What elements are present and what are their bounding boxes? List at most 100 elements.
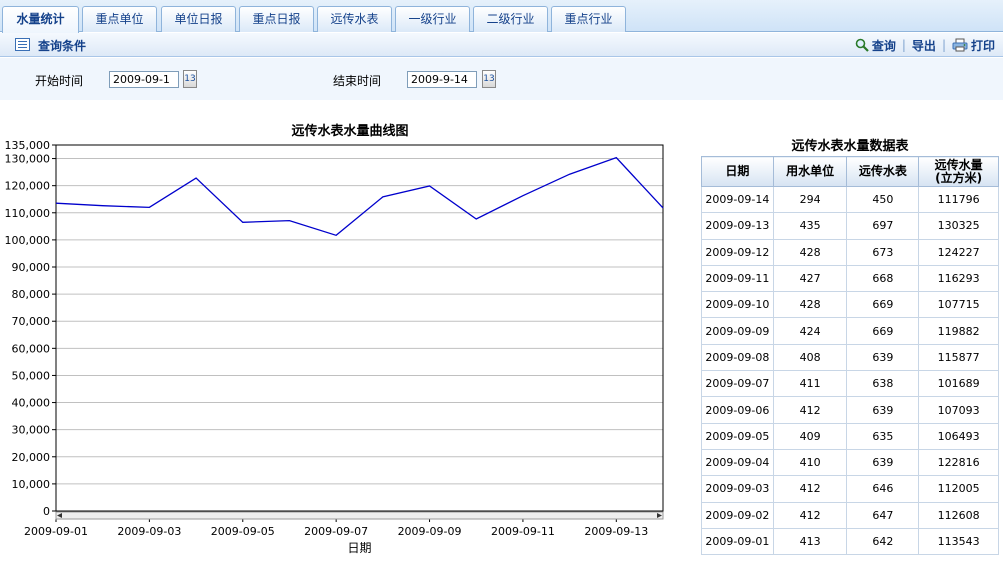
- table-row: 2009-09-10 428 669 107715: [701, 291, 999, 319]
- table-row: 2009-09-03 412 646 112005: [701, 475, 999, 503]
- cell-volume: 112005: [918, 475, 999, 503]
- search-button[interactable]: 查询: [855, 37, 896, 54]
- table-row: 2009-09-13 435 697 130325: [701, 212, 999, 240]
- header-volume: 远传水量 (立方米): [918, 156, 999, 187]
- table-row: 2009-09-08 408 639 115877: [701, 343, 999, 372]
- tab-key-industry[interactable]: 重点行业: [551, 6, 626, 32]
- cell-date: 2009-09-04: [701, 448, 774, 477]
- cell-date: 2009-09-08: [701, 343, 774, 372]
- table-row: 2009-09-01 413 642 113543: [701, 527, 999, 556]
- scrollbar-track[interactable]: [55, 511, 664, 520]
- table-header-row: 日期 用水单位 远传水表 远传水量 (立方米): [701, 156, 999, 187]
- x-tick-label: 2009-09-11: [491, 525, 555, 538]
- cell-meter: 668: [846, 264, 920, 293]
- export-label: 导出: [911, 38, 936, 53]
- cell-unit: 413: [772, 527, 848, 556]
- cell-date: 2009-09-07: [701, 370, 774, 398]
- query-actions: 查询 | 导出 | 打印: [855, 37, 995, 53]
- x-axis-label: 日期: [347, 541, 371, 555]
- y-tick-label: 110,000: [5, 207, 51, 220]
- cell-volume: 106493: [918, 422, 999, 450]
- cell-meter: 639: [846, 448, 920, 477]
- start-date-input[interactable]: 2009-09-1: [109, 71, 179, 88]
- cell-volume: 107715: [918, 291, 999, 319]
- y-tick-label: 10,000: [12, 478, 51, 491]
- y-tick-label: 130,000: [5, 153, 51, 166]
- cell-volume: 112608: [918, 501, 999, 529]
- cell-meter: 639: [846, 396, 920, 424]
- cell-date: 2009-09-11: [701, 264, 774, 293]
- end-calendar-icon[interactable]: 13: [482, 70, 496, 88]
- start-calendar-icon[interactable]: 13: [183, 70, 197, 88]
- export-button[interactable]: 导出: [912, 37, 936, 54]
- tab-key-units[interactable]: 重点单位: [82, 6, 157, 32]
- cell-unit: 427: [772, 264, 848, 293]
- tab-primary-industry[interactable]: 一级行业: [395, 6, 470, 32]
- start-time-label: 开始时间: [35, 74, 84, 88]
- x-tick-label: 2009-09-13: [584, 525, 648, 538]
- tab-secondary-industry[interactable]: 二级行业: [473, 6, 548, 32]
- y-tick-label: 30,000: [12, 424, 51, 437]
- cell-unit: 412: [772, 396, 848, 424]
- table-row: 2009-09-07 411 638 101689: [701, 370, 999, 398]
- table-title: 远传水表水量数据表: [791, 139, 909, 154]
- series-line: [55, 156, 664, 237]
- y-tick-label: 70,000: [12, 315, 51, 328]
- cell-unit: 408: [772, 343, 848, 372]
- chart-scrollbar[interactable]: [55, 511, 664, 520]
- cell-unit: 412: [772, 501, 848, 529]
- cell-unit: 411: [772, 370, 848, 398]
- water-data-table: 日期 用水单位 远传水表 远传水量 (立方米) 2009-09-14 294 450 1…: [701, 156, 999, 556]
- cell-meter: 697: [846, 212, 920, 240]
- cell-unit: 410: [772, 448, 848, 477]
- table-row: 2009-09-14 294 450 111796: [701, 185, 999, 214]
- printer-icon: [952, 38, 968, 52]
- search-label: 查询: [871, 38, 896, 53]
- print-label: 打印: [970, 38, 995, 53]
- cell-date: 2009-09-12: [701, 238, 774, 266]
- cell-date: 2009-09-10: [701, 291, 774, 319]
- cell-unit: 428: [772, 291, 848, 319]
- table-row: 2009-09-06 412 639 107093: [701, 396, 999, 424]
- x-tick-label: 2009-09-01: [24, 525, 88, 538]
- cell-volume: 113543: [918, 527, 999, 556]
- cell-unit: 435: [772, 212, 848, 240]
- cell-unit: 428: [772, 238, 848, 266]
- end-date-input[interactable]: 2009-9-14: [407, 71, 477, 88]
- table-row: 2009-09-02 412 647 112608: [701, 501, 999, 529]
- end-time-label: 结束时间: [333, 74, 382, 88]
- cell-volume: 116293: [918, 264, 999, 293]
- table-row: 2009-09-12 428 673 124227: [701, 238, 999, 266]
- tab-key-daily[interactable]: 重点日报: [239, 6, 314, 32]
- header-meter: 远传水表: [846, 156, 920, 187]
- x-tick-label: 2009-09-09: [398, 525, 462, 538]
- cell-date: 2009-09-02: [701, 501, 774, 529]
- separator: |: [941, 38, 946, 52]
- cell-date: 2009-09-09: [701, 317, 774, 345]
- y-tick-label: 0: [43, 505, 50, 518]
- cell-meter: 647: [846, 501, 920, 529]
- table-row: 2009-09-05 409 635 106493: [701, 422, 999, 450]
- table-row: 2009-09-11 427 668 116293: [701, 264, 999, 293]
- tab-unit-daily[interactable]: 单位日报: [161, 6, 236, 32]
- cell-meter: 450: [846, 185, 920, 214]
- x-tick-label: 2009-09-05: [211, 525, 275, 538]
- y-tick-label: 90,000: [12, 261, 51, 274]
- cell-meter: 669: [846, 317, 920, 345]
- cell-date: 2009-09-03: [701, 475, 774, 503]
- x-tick-label: 2009-09-03: [117, 525, 181, 538]
- print-button[interactable]: 打印: [952, 37, 995, 54]
- plot-frame: [55, 144, 664, 512]
- y-tick-label: 50,000: [12, 369, 51, 382]
- filter-panel: 开始时间 2009-09-1 13 结束时间 2009-9-14 13: [0, 58, 1003, 100]
- y-tick-label: 80,000: [12, 288, 51, 301]
- cell-meter: 635: [846, 422, 920, 450]
- tab-remote-meters[interactable]: 远传水表: [317, 6, 392, 32]
- cell-meter: 669: [846, 291, 920, 319]
- separator: |: [901, 38, 906, 52]
- cell-unit: 424: [772, 317, 848, 345]
- water-volume-line-chart: 0 10,000 20,000 30,000 40,000 50,000 60,000 70,…: [5, 139, 664, 555]
- y-tick-label: 135,000: [5, 139, 51, 152]
- y-tick-label: 20,000: [12, 451, 51, 464]
- tab-water-statistics[interactable]: 水量统计: [2, 6, 79, 33]
